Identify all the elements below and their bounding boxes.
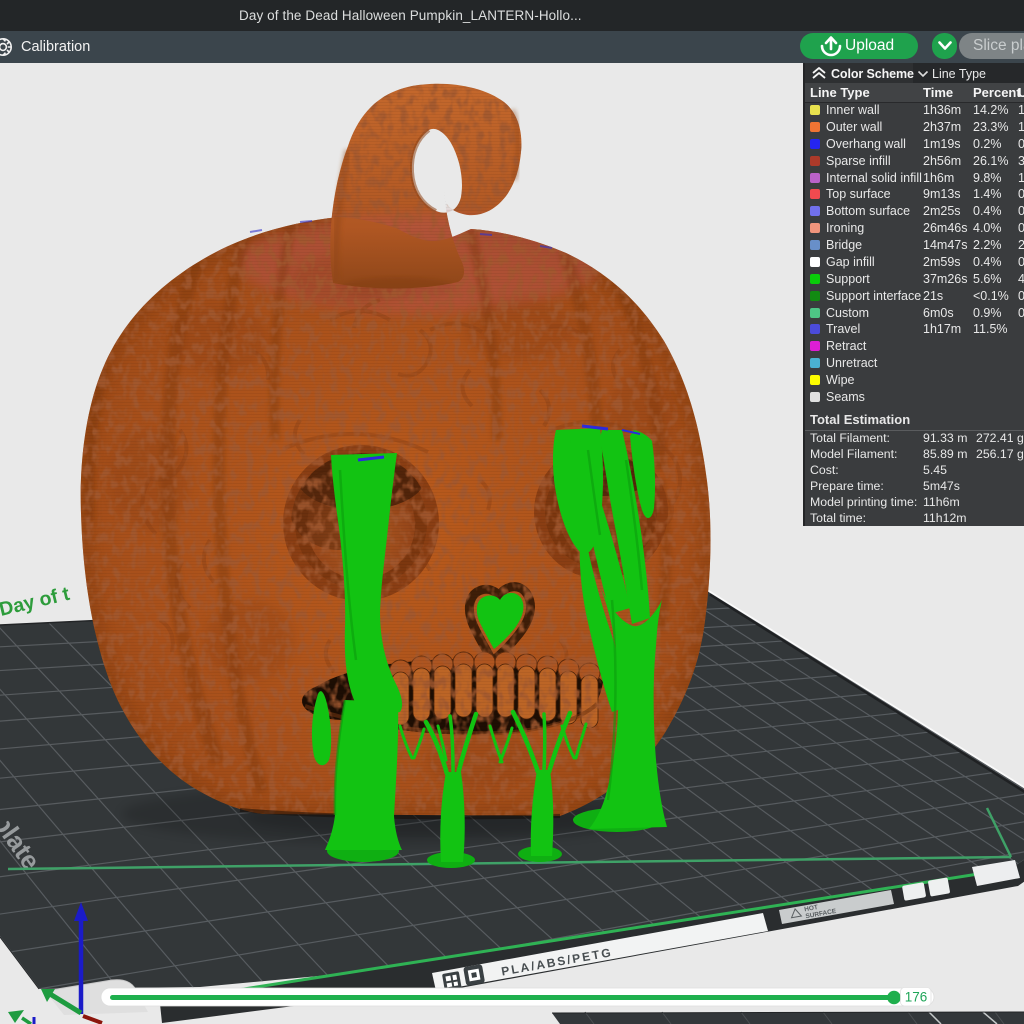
svg-text:176: 176 — [905, 990, 928, 1005]
